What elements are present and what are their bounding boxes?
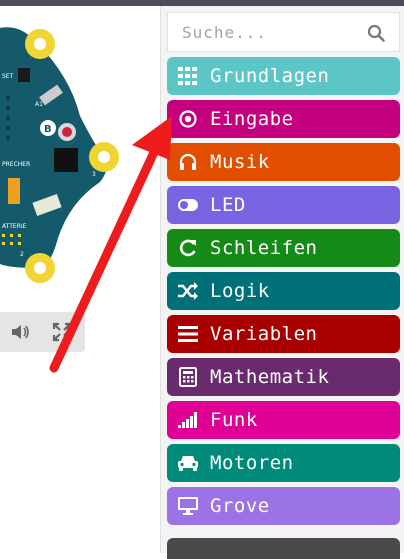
category-label: Logik: [210, 280, 270, 302]
calculator-icon: [177, 367, 199, 387]
simulator-toolbar: [0, 312, 85, 352]
category-led[interactable]: LED: [167, 186, 400, 224]
category-label: Mathematik: [210, 366, 330, 388]
fullscreen-icon[interactable]: [50, 320, 74, 344]
calliope-board[interactable]: B SET A1 PRECHER ATTERIE 2 3: [0, 6, 160, 296]
category-schleifen[interactable]: Schleifen: [167, 229, 400, 267]
category-mathematik[interactable]: Mathematik: [167, 358, 400, 396]
speaker-icon[interactable]: [8, 320, 32, 344]
category-label: Musik: [210, 151, 270, 173]
monitor-icon: [177, 496, 199, 516]
category-label: Grove: [210, 495, 270, 517]
search-box: [167, 12, 400, 52]
category-label: LED: [210, 194, 246, 216]
list-icon: [177, 324, 199, 344]
category-motoren[interactable]: Motoren: [167, 444, 400, 482]
category-variablen[interactable]: Variablen: [167, 315, 400, 353]
category-partial[interactable]: [167, 538, 400, 559]
search-icon[interactable]: [367, 24, 385, 42]
set-label: SET: [2, 73, 14, 80]
category-label: Variablen: [210, 323, 318, 345]
toggle-icon: [177, 195, 199, 215]
category-grundlagen[interactable]: Grundlagen: [167, 57, 400, 95]
category-grove[interactable]: Grove: [167, 487, 400, 525]
pin-3-label: 3: [92, 171, 96, 178]
simulator-panel: B SET A1 PRECHER ATTERIE 2 3: [0, 6, 160, 553]
category-funk[interactable]: Funk: [167, 401, 400, 439]
signal-bars-icon: [177, 410, 199, 430]
grid-icon: [177, 66, 199, 86]
car-icon: [177, 453, 199, 473]
speaker-label: PRECHER: [2, 161, 30, 168]
category-label: Motoren: [210, 452, 294, 474]
a1-label: A1: [35, 101, 43, 108]
search-input[interactable]: [182, 22, 372, 42]
category-label: Eingabe: [210, 108, 294, 130]
category-label: Funk: [210, 409, 258, 431]
category-logik[interactable]: Logik: [167, 272, 400, 310]
category-label: Schleifen: [210, 237, 318, 259]
headphones-icon: [177, 152, 199, 172]
refresh-icon: [177, 238, 199, 258]
battery-label: ATTERIE: [2, 223, 27, 230]
category-eingabe[interactable]: Eingabe: [167, 100, 400, 138]
block-toolbox: Grundlagen Eingabe Musik LED: [160, 6, 404, 559]
shuffle-icon: [177, 281, 199, 301]
radio-target-icon: [177, 109, 199, 129]
category-musik[interactable]: Musik: [167, 143, 400, 181]
pin-2-label: 2: [20, 251, 24, 258]
button-b-label[interactable]: B: [44, 124, 52, 135]
category-label: Grundlagen: [210, 65, 330, 87]
